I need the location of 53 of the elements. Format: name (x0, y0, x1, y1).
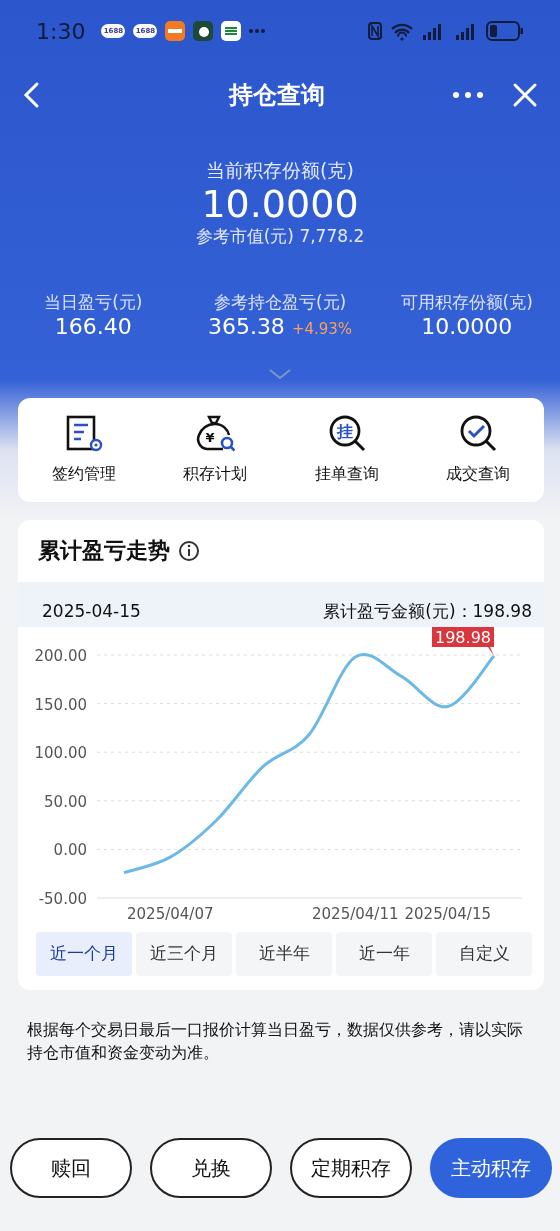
amount-value: 198.98 (472, 601, 532, 622)
more-icon[interactable] (452, 91, 484, 99)
stat-label: 可用积存份额(克) (399, 290, 534, 314)
action-button[interactable]: 主动积存 (430, 1138, 552, 1198)
axis-label: 0.00 (53, 841, 87, 859)
axis-label: 150.00 (34, 695, 87, 714)
action-label[interactable]: 签约管理 (51, 461, 116, 486)
selected-date: 2025-04-15 (42, 600, 141, 624)
axis-label: 50.00 (44, 792, 87, 811)
axis-label: 2025/04/15 (404, 904, 491, 923)
signal-icon (422, 22, 444, 40)
search-check-icon (458, 413, 499, 454)
section-title: 累计盈亏走势 (38, 537, 170, 566)
stat-value: 10.0000 (421, 314, 513, 340)
market-value: 7,778.2 (299, 226, 365, 247)
stat-value: 365.38 (207, 314, 285, 340)
action-label[interactable]: 成交查询 (446, 461, 511, 486)
range-tab[interactable]: 近一年 (336, 931, 432, 976)
wifi-icon (390, 21, 414, 41)
change-percent: +4.93% (291, 320, 353, 339)
axis-label: 100.00 (34, 743, 87, 762)
battery-icon (486, 21, 524, 41)
range-tab[interactable]: 近一个月 (36, 931, 132, 976)
axis-label: 2025/04/07 (127, 904, 214, 923)
axis-label: 200.00 (34, 646, 87, 665)
notification-icon (165, 21, 186, 41)
axis-label: 2025/04/11 (312, 904, 399, 923)
nfc-icon (368, 22, 382, 40)
amount-label: 累计盈亏金额(元)： (323, 601, 473, 622)
market-value-label: 参考市值(元) (195, 226, 294, 247)
action-label[interactable]: 挂单查询 (314, 461, 379, 486)
stat-value: 166.40 (54, 314, 132, 340)
action-label[interactable]: 积存计划 (183, 461, 248, 486)
range-tab[interactable]: 近半年 (236, 931, 332, 976)
action-button[interactable]: 兑换 (150, 1138, 272, 1198)
action-button[interactable]: 定期积存 (290, 1138, 412, 1198)
clock-time: 1:30 (36, 17, 86, 46)
close-icon[interactable] (512, 82, 538, 108)
more-notifications-icon (249, 29, 266, 33)
stat-label: 参考持仓盈亏(元) (212, 290, 348, 314)
stat-label: 当日盈亏(元) (43, 290, 144, 314)
value-tooltip: 198.98 (432, 626, 494, 656)
holding-value: 10.0000 (200, 184, 360, 225)
axis-label: -50.00 (38, 889, 87, 908)
page-title: 持仓查询 (227, 80, 326, 111)
range-tab[interactable]: 自定义 (436, 931, 532, 976)
action-button[interactable]: 赎回 (10, 1138, 132, 1198)
range-tab[interactable]: 近三个月 (136, 931, 232, 976)
notification-icon (193, 21, 214, 41)
holding-label: 当前积存份额(克) (205, 158, 355, 183)
notification-icon (221, 21, 242, 41)
disclaimer-text: 根据每个交易日最后一口报价计算当日盈亏，数据仅供参考，请以实际持仓市值和资金变动为准。 (26, 1018, 524, 1064)
info-icon[interactable] (178, 539, 200, 562)
